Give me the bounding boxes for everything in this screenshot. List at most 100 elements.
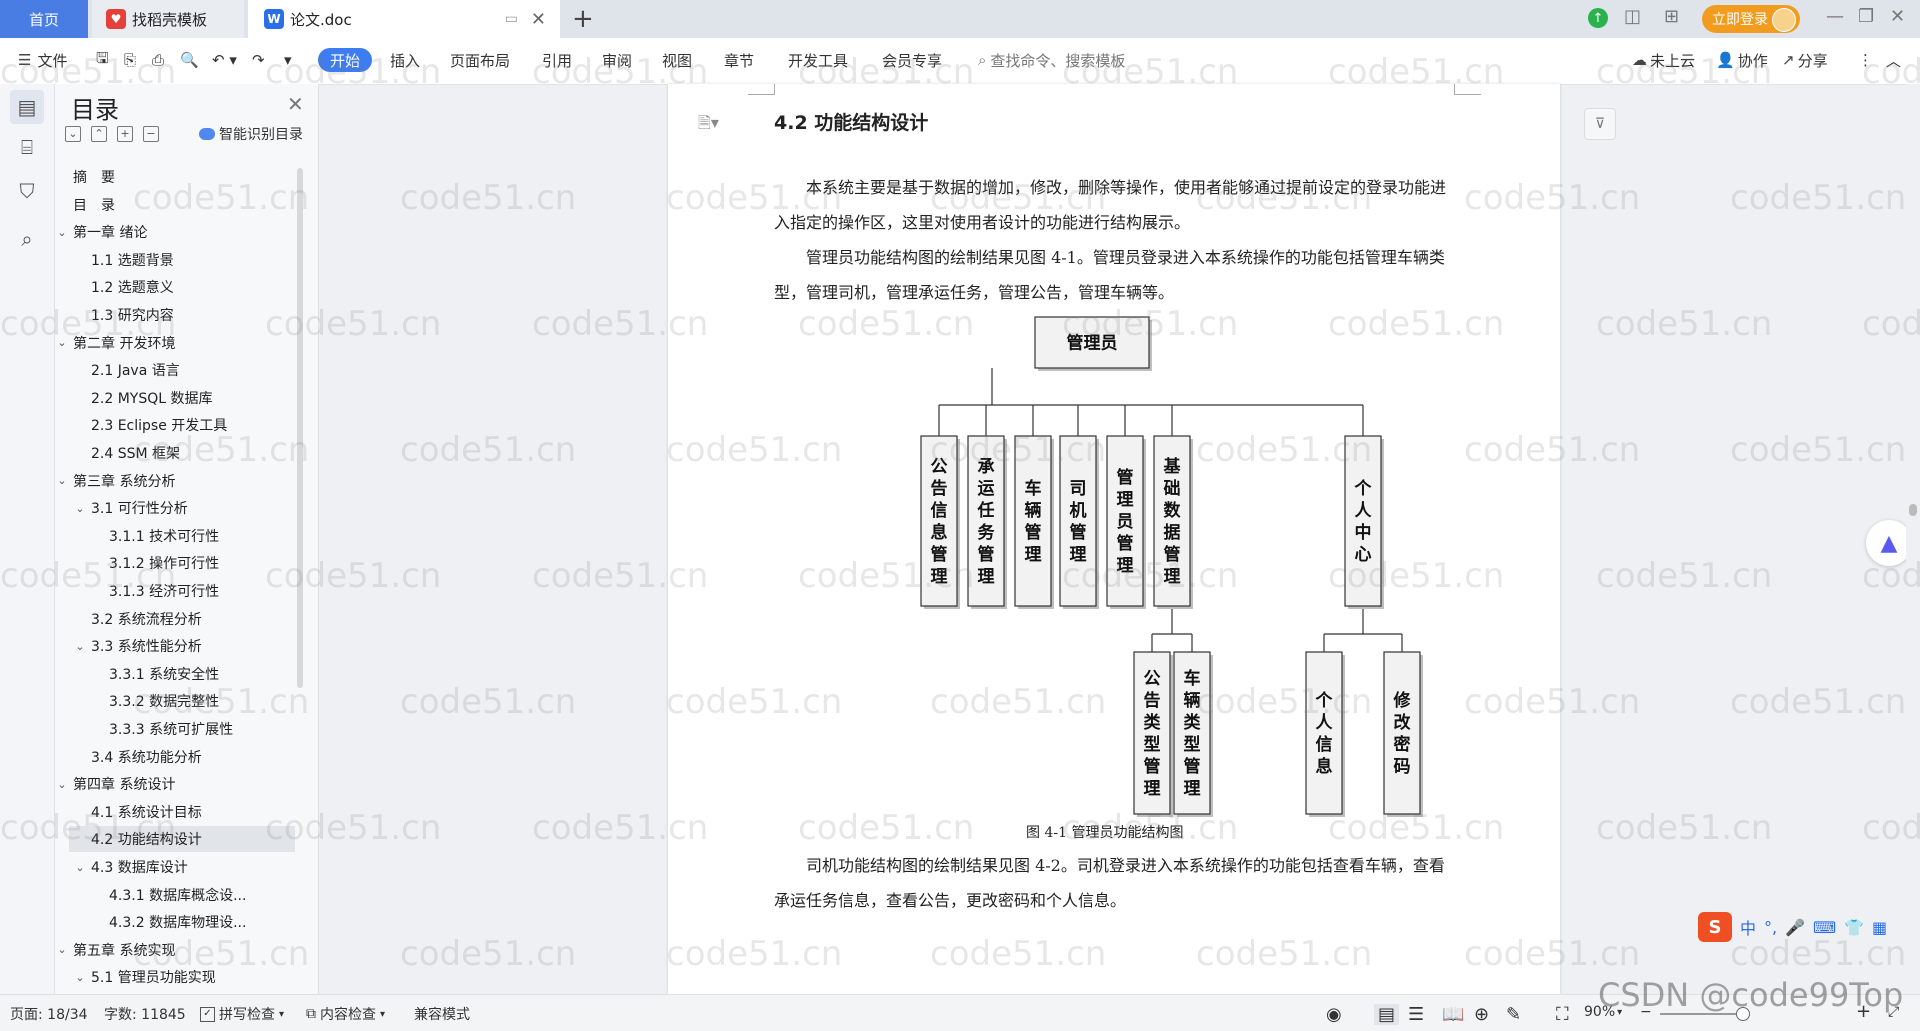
toc-item[interactable]: 2.1 Java 语言 bbox=[91, 357, 180, 383]
minimize-icon[interactable]: — bbox=[1826, 6, 1844, 27]
toc-pane-icon[interactable]: ▤ bbox=[10, 90, 44, 124]
cloud-status[interactable]: ☁ 未上云 bbox=[1632, 48, 1695, 72]
export-pdf-icon[interactable]: ⎘ bbox=[124, 48, 136, 72]
print-preview-icon[interactable]: 🔍 bbox=[180, 48, 199, 72]
toc-item[interactable]: 3.1.3 经济可行性 bbox=[109, 578, 219, 604]
tab-templates[interactable]: ♥ 找稻壳模板 bbox=[92, 0, 244, 38]
remove-heading-icon[interactable]: − bbox=[143, 126, 159, 142]
more-icon[interactable]: ⋮ bbox=[1858, 48, 1873, 72]
toc-item[interactable]: 3.2 系统流程分析 bbox=[91, 606, 202, 632]
tab-insert[interactable]: 插入 bbox=[390, 48, 420, 72]
toc-item[interactable]: 4.2 功能结构设计 bbox=[69, 826, 295, 853]
page-view-icon[interactable]: ▤ bbox=[1374, 1004, 1400, 1025]
ime-menu-icon[interactable]: ▦ bbox=[1872, 918, 1887, 937]
tab-page-layout[interactable]: 页面布局 bbox=[450, 48, 510, 72]
toc-item[interactable]: 摘 要 bbox=[73, 164, 115, 190]
maximize-icon[interactable]: ❐ bbox=[1858, 6, 1874, 27]
toc-item[interactable]: 4.3.2 数据库物理设... bbox=[109, 909, 246, 935]
reading-view-icon[interactable]: 📖 bbox=[1442, 1004, 1464, 1025]
tab-home[interactable]: 首页 bbox=[0, 0, 88, 38]
expand-all-icon[interactable]: ⌄ bbox=[65, 126, 81, 142]
toc-item[interactable]: ⌄ 3.3 系统性能分析 bbox=[73, 633, 201, 659]
toc-item[interactable]: 1.3 研究内容 bbox=[91, 302, 174, 328]
ime-language[interactable]: 中 bbox=[1740, 915, 1756, 939]
eye-protection-icon[interactable]: ◉ bbox=[1326, 1004, 1342, 1025]
close-icon[interactable]: ✕ bbox=[287, 92, 304, 116]
toc-item[interactable]: ⌄ 第二章 开发环境 bbox=[55, 330, 175, 356]
document-scrollbar[interactable] bbox=[1906, 84, 1920, 994]
print-icon[interactable]: ⎙ bbox=[152, 48, 164, 72]
grid-apps-icon[interactable]: ⊞ bbox=[1664, 6, 1679, 27]
toc-item[interactable]: ⌄ 5.1 管理员功能实现 bbox=[73, 964, 215, 990]
close-window-icon[interactable]: ✕ bbox=[1890, 6, 1905, 27]
toc-item[interactable]: 4.1 系统设计目标 bbox=[91, 799, 202, 825]
chevron-down-icon[interactable]: ⌄ bbox=[73, 640, 87, 653]
chapter-nav-icon[interactable]: ⌸ bbox=[16, 135, 38, 159]
chevron-down-icon[interactable]: ⌄ bbox=[73, 502, 87, 515]
toc-item[interactable]: ⌄ 第四章 系统设计 bbox=[55, 771, 175, 797]
toc-item[interactable]: 3.1.1 技术可行性 bbox=[109, 523, 219, 549]
find-icon[interactable]: ⌕ bbox=[16, 227, 38, 251]
chevron-down-icon[interactable]: ⌄ bbox=[55, 474, 69, 487]
toc-item[interactable]: ⌄ 第三章 系统分析 bbox=[55, 468, 175, 494]
tab-developer[interactable]: 开发工具 bbox=[788, 48, 848, 72]
chevron-down-icon[interactable]: ⌄ bbox=[73, 971, 87, 984]
keyboard-icon[interactable]: ⌨ bbox=[1813, 918, 1836, 937]
toc-item[interactable]: 1.1 选题背景 bbox=[91, 247, 174, 273]
skin-icon[interactable]: 👕 bbox=[1844, 918, 1864, 937]
document-page[interactable]: 🗎▾ 4.2 功能结构设计 本系统主要是基于数据的增加，修改，删除等操作，使用者… bbox=[668, 84, 1560, 994]
collapse-all-icon[interactable]: ⌃ bbox=[91, 126, 107, 142]
tab-start[interactable]: 开始 bbox=[318, 48, 373, 72]
outline-view-icon[interactable]: ☰ bbox=[1408, 1004, 1424, 1025]
chevron-down-icon[interactable]: ⌄ bbox=[55, 336, 69, 349]
toc-item[interactable]: 2.3 Eclipse 开发工具 bbox=[91, 412, 227, 438]
window-layout-icon[interactable]: ◫ bbox=[1624, 6, 1641, 27]
tab-review[interactable]: 审阅 bbox=[602, 48, 632, 72]
toc-item[interactable]: 3.3.3 系统可扩展性 bbox=[109, 716, 233, 742]
page-indicator[interactable]: 页面: 18/34 bbox=[10, 1004, 88, 1024]
command-search[interactable]: ⌕ 查找命令、搜索模板 bbox=[978, 48, 1125, 72]
toc-item[interactable]: 2.2 MYSQL 数据库 bbox=[91, 385, 213, 411]
punctuation-icon[interactable]: °, bbox=[1764, 918, 1777, 937]
collapse-ribbon-icon[interactable]: ︿ bbox=[1886, 48, 1901, 72]
content-check-button[interactable]: ⧉ 内容检查 ▾ bbox=[306, 1004, 385, 1024]
scroll-thumb[interactable] bbox=[1909, 504, 1917, 516]
chevron-down-icon[interactable]: ⌄ bbox=[55, 778, 69, 791]
toc-item[interactable]: 2.4 SSM 框架 bbox=[91, 440, 180, 466]
chevron-down-icon[interactable]: ⌄ bbox=[73, 861, 87, 874]
pen-icon[interactable]: ✎ bbox=[1506, 1004, 1521, 1025]
monitor-icon[interactable]: ▭ bbox=[505, 11, 518, 27]
tab-chapter[interactable]: 章节 bbox=[724, 48, 754, 72]
toc-item[interactable]: 3.3.1 系统安全性 bbox=[109, 661, 219, 687]
toc-item[interactable]: ⌄ 3.1 可行性分析 bbox=[73, 495, 187, 521]
sogou-ime-icon[interactable]: S bbox=[1698, 912, 1732, 942]
toc-item[interactable]: 1.2 选题意义 bbox=[91, 274, 174, 300]
tab-document[interactable]: W 论文.doc ▭ ✕ bbox=[248, 0, 560, 38]
toc-item[interactable]: 4.3.1 数据库概念设... bbox=[109, 882, 246, 908]
share-button[interactable]: ↗ 分享 bbox=[1782, 48, 1828, 72]
toc-item[interactable]: 目 录 bbox=[73, 192, 115, 218]
fit-page-icon[interactable]: ⛶ bbox=[1556, 1004, 1569, 1025]
tab-references[interactable]: 引用 bbox=[542, 48, 572, 72]
toc-item[interactable]: 3.3.2 数据完整性 bbox=[109, 688, 219, 714]
smart-toc-button[interactable]: 智能识别目录 bbox=[199, 124, 303, 144]
toc-scrollbar[interactable] bbox=[297, 168, 303, 688]
tab-view[interactable]: 视图 bbox=[662, 48, 692, 72]
chevron-down-icon[interactable]: ⌄ bbox=[55, 226, 69, 239]
login-button[interactable]: 立即登录 bbox=[1702, 5, 1800, 33]
new-tab-button[interactable]: + bbox=[572, 4, 594, 34]
toc-item[interactable]: ⌄ 第五章 系统实现 bbox=[55, 937, 175, 963]
toc-item[interactable]: 3.4 系统功能分析 bbox=[91, 744, 202, 770]
tab-member[interactable]: 会员专享 bbox=[882, 48, 942, 72]
upload-icon[interactable]: ↑ bbox=[1588, 8, 1608, 28]
spell-check-button[interactable]: ✓ 拼写检查 ▾ bbox=[200, 1004, 284, 1024]
toc-item[interactable]: ⌄ 第一章 绪论 bbox=[55, 219, 147, 245]
close-tab-icon[interactable]: ✕ bbox=[531, 9, 546, 30]
bookmark-icon[interactable]: ⛉ bbox=[16, 179, 38, 203]
add-heading-icon[interactable]: + bbox=[117, 126, 133, 142]
web-view-icon[interactable]: ⊕ bbox=[1474, 1004, 1489, 1025]
filter-icon[interactable]: ⊽ bbox=[1584, 108, 1616, 140]
chevron-down-icon[interactable]: ⌄ bbox=[55, 943, 69, 956]
collaborate-button[interactable]: 👤 协作 bbox=[1716, 48, 1768, 72]
toc-item[interactable]: 3.1.2 操作可行性 bbox=[109, 550, 219, 576]
